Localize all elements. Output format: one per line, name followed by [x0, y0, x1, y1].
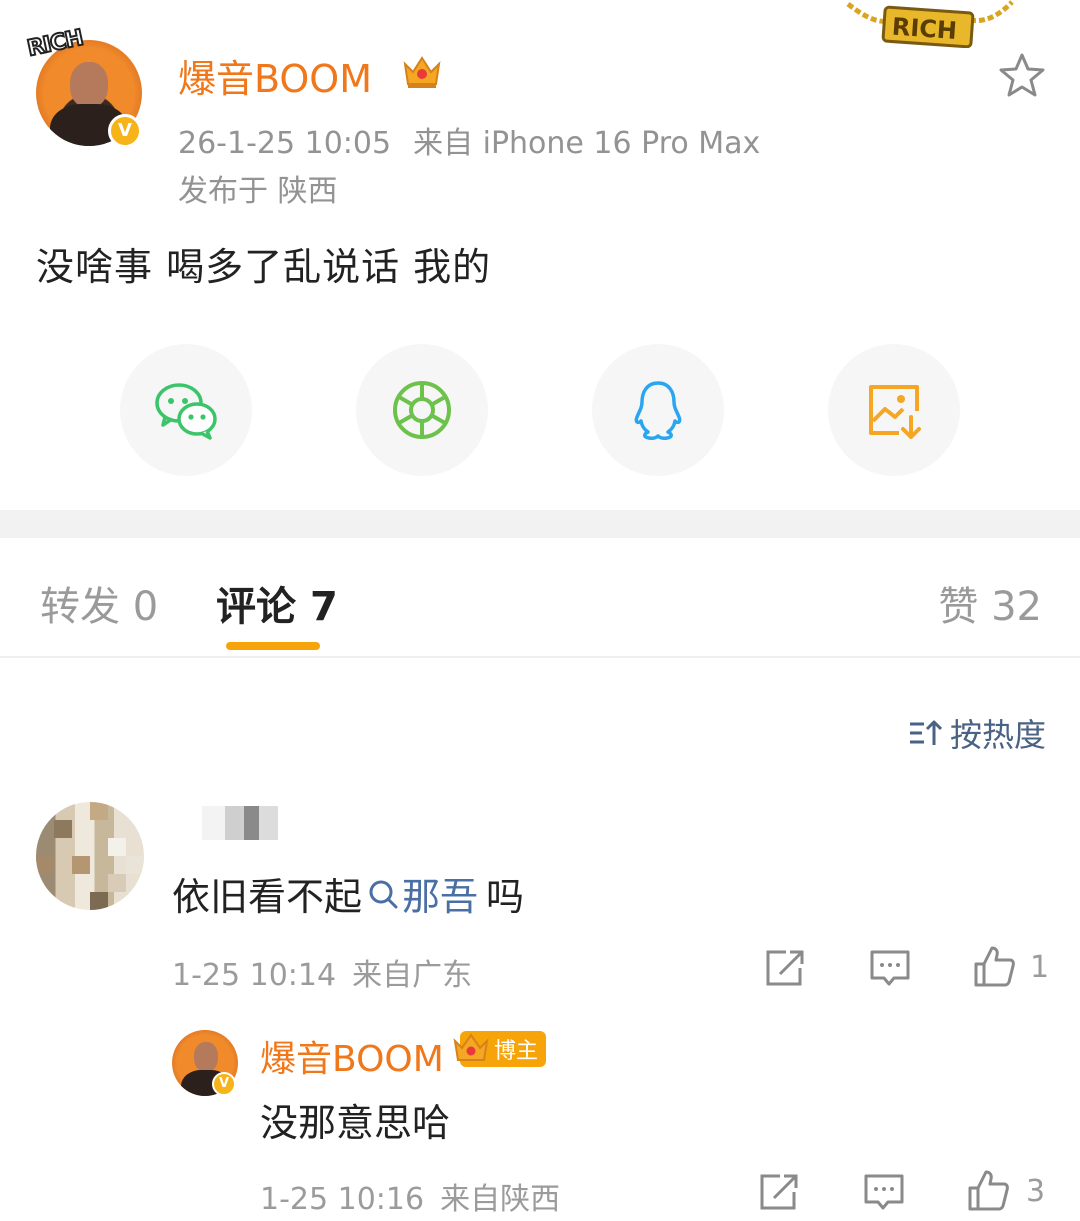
- tab-comments[interactable]: 评论 7: [216, 574, 338, 632]
- post-location: 发布于 陕西: [178, 174, 338, 209]
- reply-like-count: 3: [1026, 1174, 1046, 1209]
- blogger-badge: 博主: [452, 1031, 547, 1067]
- reply-reply-icon[interactable]: [862, 1172, 906, 1212]
- post-source: 来自 iPhone 16 Pro Max: [413, 126, 761, 161]
- save-image-button[interactable]: [828, 344, 960, 476]
- author-name[interactable]: 爆音BOOM: [178, 48, 372, 103]
- repost-count: 0: [132, 584, 159, 630]
- sort-icon: [909, 720, 942, 745]
- reply-time: 1-25 10:16: [260, 1182, 425, 1217]
- qq-icon: [634, 381, 682, 440]
- chain-text: RICH: [891, 13, 958, 45]
- post-timestamp: 26-1-25 10:05: [178, 126, 392, 161]
- crown-icon: [402, 54, 442, 90]
- comment-text: 依旧看不起 那吾 吗: [172, 866, 524, 921]
- search-icon: [369, 880, 398, 908]
- reply-source: 来自陕西: [440, 1182, 561, 1217]
- tab-likes[interactable]: 赞 32: [938, 574, 1042, 632]
- comment-like-count: 1: [1030, 950, 1050, 985]
- like-reply-icon[interactable]: [966, 1168, 1010, 1211]
- gold-chain-decoration: RICH: [846, 0, 1016, 49]
- verified-badge: V: [212, 1072, 236, 1096]
- tab-divider: [0, 656, 1080, 658]
- comment-time: 1-25 10:14: [172, 958, 337, 993]
- reply-meta: 1-25 10:16 来自陕西: [260, 1174, 560, 1218]
- moments-icon: [393, 381, 451, 439]
- post-text: 没啥事 喝多了乱说话 我的: [36, 245, 492, 289]
- share-qq-button[interactable]: [592, 344, 724, 476]
- crown-icon: [453, 1033, 489, 1061]
- wechat-icon: [155, 383, 217, 440]
- repost-reply-icon[interactable]: [758, 1172, 802, 1212]
- search-link[interactable]: 那吾: [368, 866, 478, 921]
- section-divider: [0, 510, 1080, 538]
- post-meta: 26-1-25 10:05 来自 iPhone 16 Pro Max: [178, 118, 760, 162]
- commenter-name[interactable]: [202, 806, 278, 840]
- verified-badge: V: [108, 114, 142, 148]
- sort-label: 按热度: [949, 716, 1046, 754]
- like-comment-icon[interactable]: [972, 944, 1016, 987]
- commenter-avatar[interactable]: [36, 802, 144, 910]
- reply-author-name[interactable]: 爆音BOOM: [260, 1030, 444, 1082]
- sort-by-hot-button[interactable]: 按热度: [908, 710, 1046, 756]
- share-wechat-button[interactable]: [120, 344, 252, 476]
- comment-meta: 1-25 10:14 来自广东: [172, 950, 472, 994]
- comment-source: 来自广东: [352, 958, 473, 993]
- save-image-icon: [869, 385, 921, 439]
- active-tab-indicator: [226, 642, 320, 650]
- repost-comment-icon[interactable]: [764, 948, 808, 988]
- like-count: 32: [991, 584, 1042, 630]
- reply-text: 没那意思哈: [260, 1101, 451, 1145]
- favorite-star-icon[interactable]: [998, 52, 1046, 98]
- comment-count: 7: [309, 584, 338, 630]
- reply-comment-icon[interactable]: [868, 948, 912, 988]
- tab-repost[interactable]: 转发 0: [40, 574, 158, 632]
- share-moments-button[interactable]: [356, 344, 488, 476]
